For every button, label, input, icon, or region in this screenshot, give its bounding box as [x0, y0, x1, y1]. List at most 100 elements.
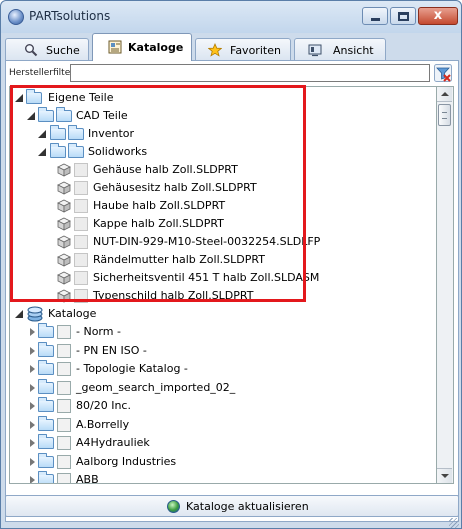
- collapsed-arrow-icon[interactable]: [30, 346, 35, 355]
- tree-file-item[interactable]: Gehäusesitz halb Zoll.SLDPRT: [10, 179, 436, 197]
- tree-file-item[interactable]: Kappe halb Zoll.SLDPRT: [10, 215, 436, 233]
- collapsed-arrow-icon[interactable]: [30, 402, 35, 410]
- title-bar[interactable]: PARTsolutions x: [1, 1, 461, 33]
- tree-node-cad-teile[interactable]: CAD Teile: [10, 107, 436, 125]
- folder-icon: [38, 323, 54, 338]
- close-button[interactable]: x: [418, 7, 458, 25]
- tree-file-label: Typenschild halb Zoll.SLDPRT: [93, 289, 254, 302]
- tree-catalog-item[interactable]: A4Hydrauliek: [10, 434, 436, 452]
- tree-file-item[interactable]: Rändelmutter halb Zoll.SLDPRT: [10, 251, 436, 269]
- catalog-logo-icon: [57, 325, 71, 339]
- folder-icon: [68, 143, 84, 158]
- tree-node-label: Inventor: [88, 127, 135, 140]
- catalog-panel: Herstellerfilter: Eigene Teile CAD Teile: [5, 60, 459, 522]
- part-thumbnail-icon: [74, 199, 88, 213]
- tab-strip: Suche Kataloge Favoriten Ansicht: [5, 33, 459, 61]
- tree-catalog-label: A4Hydrauliek: [76, 436, 150, 449]
- tab-suche-label: Suche: [46, 44, 80, 57]
- tab-suche[interactable]: Suche: [5, 38, 89, 60]
- tree-file-item[interactable]: Sicherheitsventil 451 T halb Zoll.SLDASM: [10, 269, 436, 287]
- update-catalogs-label: Kataloge aktualisieren: [186, 500, 309, 513]
- part-thumbnail-icon: [74, 271, 88, 285]
- tree-node-solidworks[interactable]: Solidworks: [10, 143, 436, 161]
- expanded-arrow-icon[interactable]: [27, 112, 35, 120]
- tree-node-label: Kataloge: [48, 307, 97, 320]
- tree-catalog-item[interactable]: A.Borrelly: [10, 415, 436, 434]
- maximize-icon: [398, 12, 409, 21]
- expanded-arrow-icon[interactable]: [38, 148, 46, 156]
- tree-catalog-label: A.Borrelly: [76, 417, 130, 431]
- resize-grip-icon[interactable]: [449, 518, 459, 528]
- expanded-arrow-icon[interactable]: [15, 310, 23, 318]
- manufacturer-filter-input[interactable]: [70, 64, 430, 82]
- maximize-button[interactable]: [390, 7, 416, 25]
- tree-file-label: Gehäusesitz halb Zoll.SLDPRT: [93, 181, 257, 194]
- tree-file-item[interactable]: NUT-DIN-929-M10-Steel-0032254.SLDLFP: [10, 233, 436, 251]
- part-thumbnail-icon: [74, 289, 88, 303]
- tree-file-label: NUT-DIN-929-M10-Steel-0032254.SLDLFP: [93, 235, 321, 248]
- tab-kataloge[interactable]: Kataloge: [92, 33, 192, 61]
- open-folder-icon: [26, 89, 42, 104]
- magnifier-icon: [25, 44, 38, 57]
- catalog-logo-icon: [57, 362, 71, 376]
- tree-catalog-item[interactable]: - Topologie Katalog -: [10, 360, 436, 378]
- expanded-arrow-icon[interactable]: [38, 130, 46, 138]
- minimize-button[interactable]: [362, 7, 388, 25]
- folder-icon: [38, 360, 54, 375]
- tab-favoriten[interactable]: Favoriten: [195, 38, 291, 60]
- folder-icon: [38, 341, 54, 357]
- folder-icon: [38, 107, 54, 122]
- catalog-logo-icon: [57, 473, 71, 483]
- collapsed-arrow-icon[interactable]: [30, 328, 35, 336]
- scroll-down-arrow-icon[interactable]: [437, 468, 452, 483]
- collapsed-arrow-icon[interactable]: [30, 383, 35, 392]
- tree-vertical-scrollbar[interactable]: [437, 86, 454, 484]
- view-monitor-icon: [308, 44, 322, 57]
- expanded-arrow-icon[interactable]: [15, 94, 23, 102]
- tree-file-item[interactable]: Typenschild halb Zoll.SLDPRT: [10, 287, 436, 305]
- collapsed-arrow-icon[interactable]: [30, 439, 35, 447]
- tree-node-eigene-teile[interactable]: Eigene Teile: [10, 89, 436, 107]
- part-cube-icon: [57, 217, 71, 231]
- tab-kataloge-label: Kataloge: [128, 41, 184, 54]
- close-icon: x: [433, 8, 443, 23]
- part-cube-icon: [57, 289, 71, 303]
- tree-node-inventor[interactable]: Inventor: [10, 125, 436, 143]
- part-thumbnail-icon: [74, 217, 88, 231]
- tree-catalog-item[interactable]: - Norm -: [10, 323, 436, 341]
- catalog-tree[interactable]: Eigene Teile CAD Teile Inventor Solidwor…: [9, 86, 437, 484]
- part-cube-icon: [57, 163, 71, 177]
- tree-node-kataloge[interactable]: Kataloge: [10, 305, 436, 323]
- filter-clear-button[interactable]: [434, 64, 452, 82]
- collapsed-arrow-icon[interactable]: [30, 457, 35, 466]
- tree-file-label: Sicherheitsventil 451 T halb Zoll.SLDASM: [93, 271, 320, 284]
- collapsed-arrow-icon[interactable]: [30, 420, 35, 429]
- tree-catalog-item[interactable]: - PN EN ISO -: [10, 341, 436, 360]
- scroll-up-arrow-icon[interactable]: [437, 87, 452, 102]
- catalog-logo-icon: [57, 417, 71, 432]
- scroll-thumb[interactable]: [438, 104, 451, 126]
- tree-file-label: Rändelmutter halb Zoll.SLDPRT: [93, 253, 265, 266]
- partsolutions-app-icon: [8, 9, 24, 25]
- collapsed-arrow-icon[interactable]: [30, 365, 35, 373]
- tree-catalog-label: Aalborg Industries: [76, 454, 177, 468]
- part-thumbnail-icon: [74, 181, 88, 195]
- manufacturer-filter-label: Herstellerfilter:: [9, 68, 77, 78]
- filter-clear-icon: [434, 64, 452, 82]
- tree-catalog-item[interactable]: 80/20 Inc.: [10, 397, 436, 415]
- catalog-stack-icon: [27, 306, 43, 322]
- tree-catalog-item[interactable]: _geom_search_imported_02_: [10, 378, 436, 397]
- update-catalogs-button[interactable]: Kataloge aktualisieren: [5, 495, 459, 517]
- tree-catalog-label: 80/20 Inc.: [76, 399, 131, 412]
- tab-ansicht[interactable]: Ansicht: [294, 38, 386, 60]
- tree-catalog-item[interactable]: Aalborg Industries: [10, 452, 436, 471]
- folder-icon: [38, 452, 54, 468]
- part-cube-icon: [57, 199, 71, 213]
- tree-file-item[interactable]: Haube halb Zoll.SLDPRT: [10, 197, 436, 215]
- collapsed-arrow-icon[interactable]: [30, 476, 35, 483]
- tree-catalog-item[interactable]: ABB: [10, 471, 436, 483]
- part-cube-icon: [57, 181, 71, 195]
- part-thumbnail-icon: [74, 163, 88, 177]
- tree-file-item[interactable]: Gehäuse halb Zoll.SLDPRT: [10, 161, 436, 179]
- tab-ansicht-label: Ansicht: [333, 44, 374, 57]
